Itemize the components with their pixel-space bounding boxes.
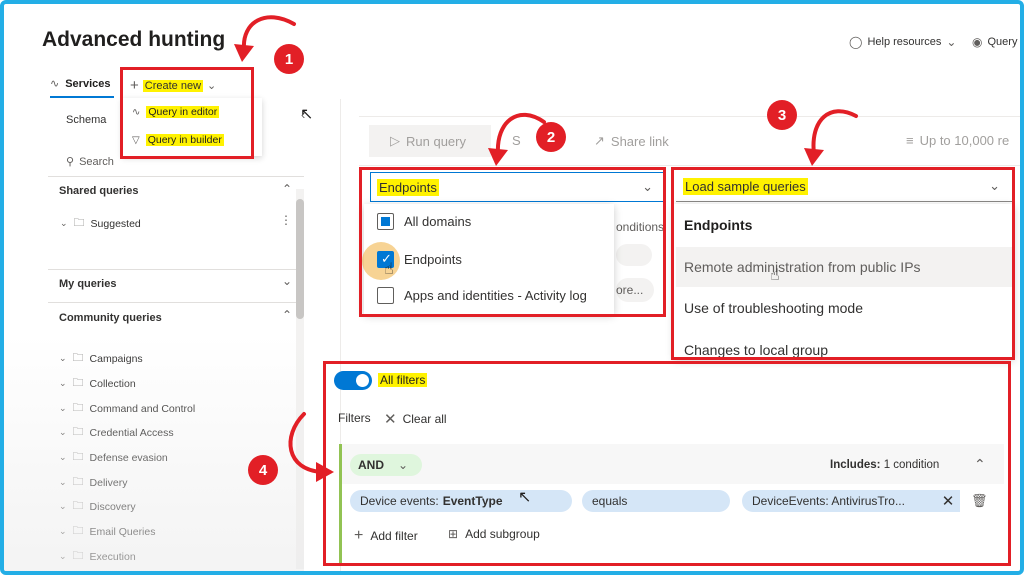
folder-icon: 🗀 <box>72 426 84 438</box>
share-icon: ↗ <box>594 133 605 148</box>
folder-campaigns[interactable]: ⌄ 🗀 Campaigns <box>59 349 143 368</box>
chevron-down-icon: ⌄ <box>59 477 67 487</box>
folder-icon: 🗀 <box>72 525 84 537</box>
folder-label: Suggested <box>90 217 141 230</box>
folder-icon: 🗀 <box>72 550 84 562</box>
folder-label: Delivery <box>89 476 128 489</box>
mouse-cursor-icon: ↖ <box>300 106 314 123</box>
left-scrollbar-thumb[interactable] <box>296 199 304 319</box>
folder-icon: 🗀 <box>72 451 84 463</box>
result-limit[interactable]: ≡ Up to 10,000 re <box>906 133 1009 148</box>
folder-command-and-control[interactable]: ⌄ 🗀 Command and Control <box>59 399 195 418</box>
play-icon: ▷ <box>390 133 400 148</box>
folder-icon: 🗀 <box>72 352 84 364</box>
save-button[interactable]: S <box>512 133 521 148</box>
folder-email-queries[interactable]: ⌄ 🗀 Email Queries <box>59 522 156 541</box>
arrowhead-1 <box>234 44 254 62</box>
chevron-down-icon: ⌄ <box>59 353 67 363</box>
annotation-badge-3: 3 <box>767 100 797 130</box>
chevron-down-icon: ⌄ <box>59 501 67 511</box>
services-label: Services <box>65 77 111 90</box>
tab-services[interactable]: ∿ Services <box>50 77 111 91</box>
lightbulb-icon: ◯ <box>849 35 863 49</box>
help-resources-label: Help resources <box>867 36 942 48</box>
folder-icon: 🗀 <box>72 500 84 512</box>
folder-label: Collection <box>89 377 136 390</box>
folder-label: Execution <box>89 550 136 563</box>
chevron-down-icon: ⌄ <box>59 452 67 462</box>
chevron-down-icon: ⌄ <box>60 218 68 228</box>
folder-label: Command and Control <box>89 402 196 415</box>
list-icon: ≡ <box>906 133 914 148</box>
folder-icon: 🗀 <box>72 377 84 389</box>
folder-icon: 🗀 <box>72 402 84 414</box>
services-icon: ∿ <box>50 78 60 90</box>
query-label: Query <box>987 36 1018 48</box>
query-button[interactable]: ◉ Query <box>972 35 1017 49</box>
folder-collection[interactable]: ⌄ 🗀 Collection <box>59 374 136 393</box>
folder-suggested[interactable]: ⌄ 🗀 Suggested <box>60 214 141 233</box>
section-community-queries[interactable]: Community queries <box>59 312 162 324</box>
chevron-down-icon: ⌄ <box>59 551 67 561</box>
folder-label: Credential Access <box>89 426 174 439</box>
chevron-down-icon: ⌄ <box>59 378 67 388</box>
folder-label: Email Queries <box>89 525 156 538</box>
section-my-queries[interactable]: My queries <box>59 278 116 290</box>
share-link-label: Share link <box>610 133 669 149</box>
folder-credential-access[interactable]: ⌄ 🗀 Credential Access <box>59 423 174 442</box>
annotation-box-1 <box>120 67 254 159</box>
chevron-down-icon: ⌄ <box>59 403 67 413</box>
folder-label: Discovery <box>89 500 136 513</box>
annotation-box-4 <box>323 361 1011 566</box>
tab-active-indicator <box>50 96 114 98</box>
more-options-icon[interactable]: ⋮ <box>280 213 292 227</box>
search-icon: ⚲ <box>66 156 75 168</box>
run-query-label: Run query <box>406 133 466 149</box>
chevron-down-icon[interactable]: ⌄ <box>282 274 292 288</box>
chevron-up-icon[interactable]: ⌃ <box>282 182 292 196</box>
folder-label: Defense evasion <box>89 451 168 464</box>
divider <box>48 302 304 303</box>
annotation-badge-2: 2 <box>536 122 566 152</box>
folder-delivery[interactable]: ⌄ 🗀 Delivery <box>59 473 127 492</box>
chevron-down-icon: ⌄ <box>946 35 957 49</box>
share-link-button[interactable]: ↗ Share link <box>594 133 669 149</box>
save-label: S <box>512 133 521 148</box>
annotation-badge-1: 1 <box>274 44 304 74</box>
folder-label: Campaigns <box>89 352 143 365</box>
folder-icon: 🗀 <box>73 217 85 229</box>
chevron-up-icon[interactable]: ⌃ <box>282 308 292 322</box>
chevron-down-icon: ⌄ <box>59 427 67 437</box>
chevron-down-icon: ⌄ <box>59 526 67 536</box>
page-title: Advanced hunting <box>42 28 226 51</box>
help-resources-button[interactable]: ◯ Help resources ⌄ <box>849 35 956 49</box>
annotation-box-3 <box>671 167 1015 360</box>
search-input[interactable]: ⚲ Search <box>66 155 114 169</box>
divider <box>48 176 304 177</box>
folder-discovery[interactable]: ⌄ 🗀 Discovery <box>59 497 136 516</box>
divider <box>48 269 304 270</box>
folder-defense-evasion[interactable]: ⌄ 🗀 Defense evasion <box>59 448 168 467</box>
tab-schema[interactable]: Schema <box>66 114 106 126</box>
result-limit-label: Up to 10,000 re <box>919 133 1010 148</box>
folder-execution[interactable]: ⌄ 🗀 Execution <box>59 547 136 566</box>
run-query-button[interactable]: ▷ Run query <box>390 133 466 149</box>
section-shared-queries[interactable]: Shared queries <box>59 185 138 197</box>
search-placeholder: Search <box>79 155 114 168</box>
screenshot-frame: Advanced hunting ◯ Help resources ⌄ ◉ Qu… <box>0 0 1024 575</box>
folder-icon: 🗀 <box>72 476 84 488</box>
annotation-badge-4: 4 <box>248 455 278 485</box>
query-icon: ◉ <box>972 35 983 49</box>
annotation-box-2 <box>359 167 666 317</box>
